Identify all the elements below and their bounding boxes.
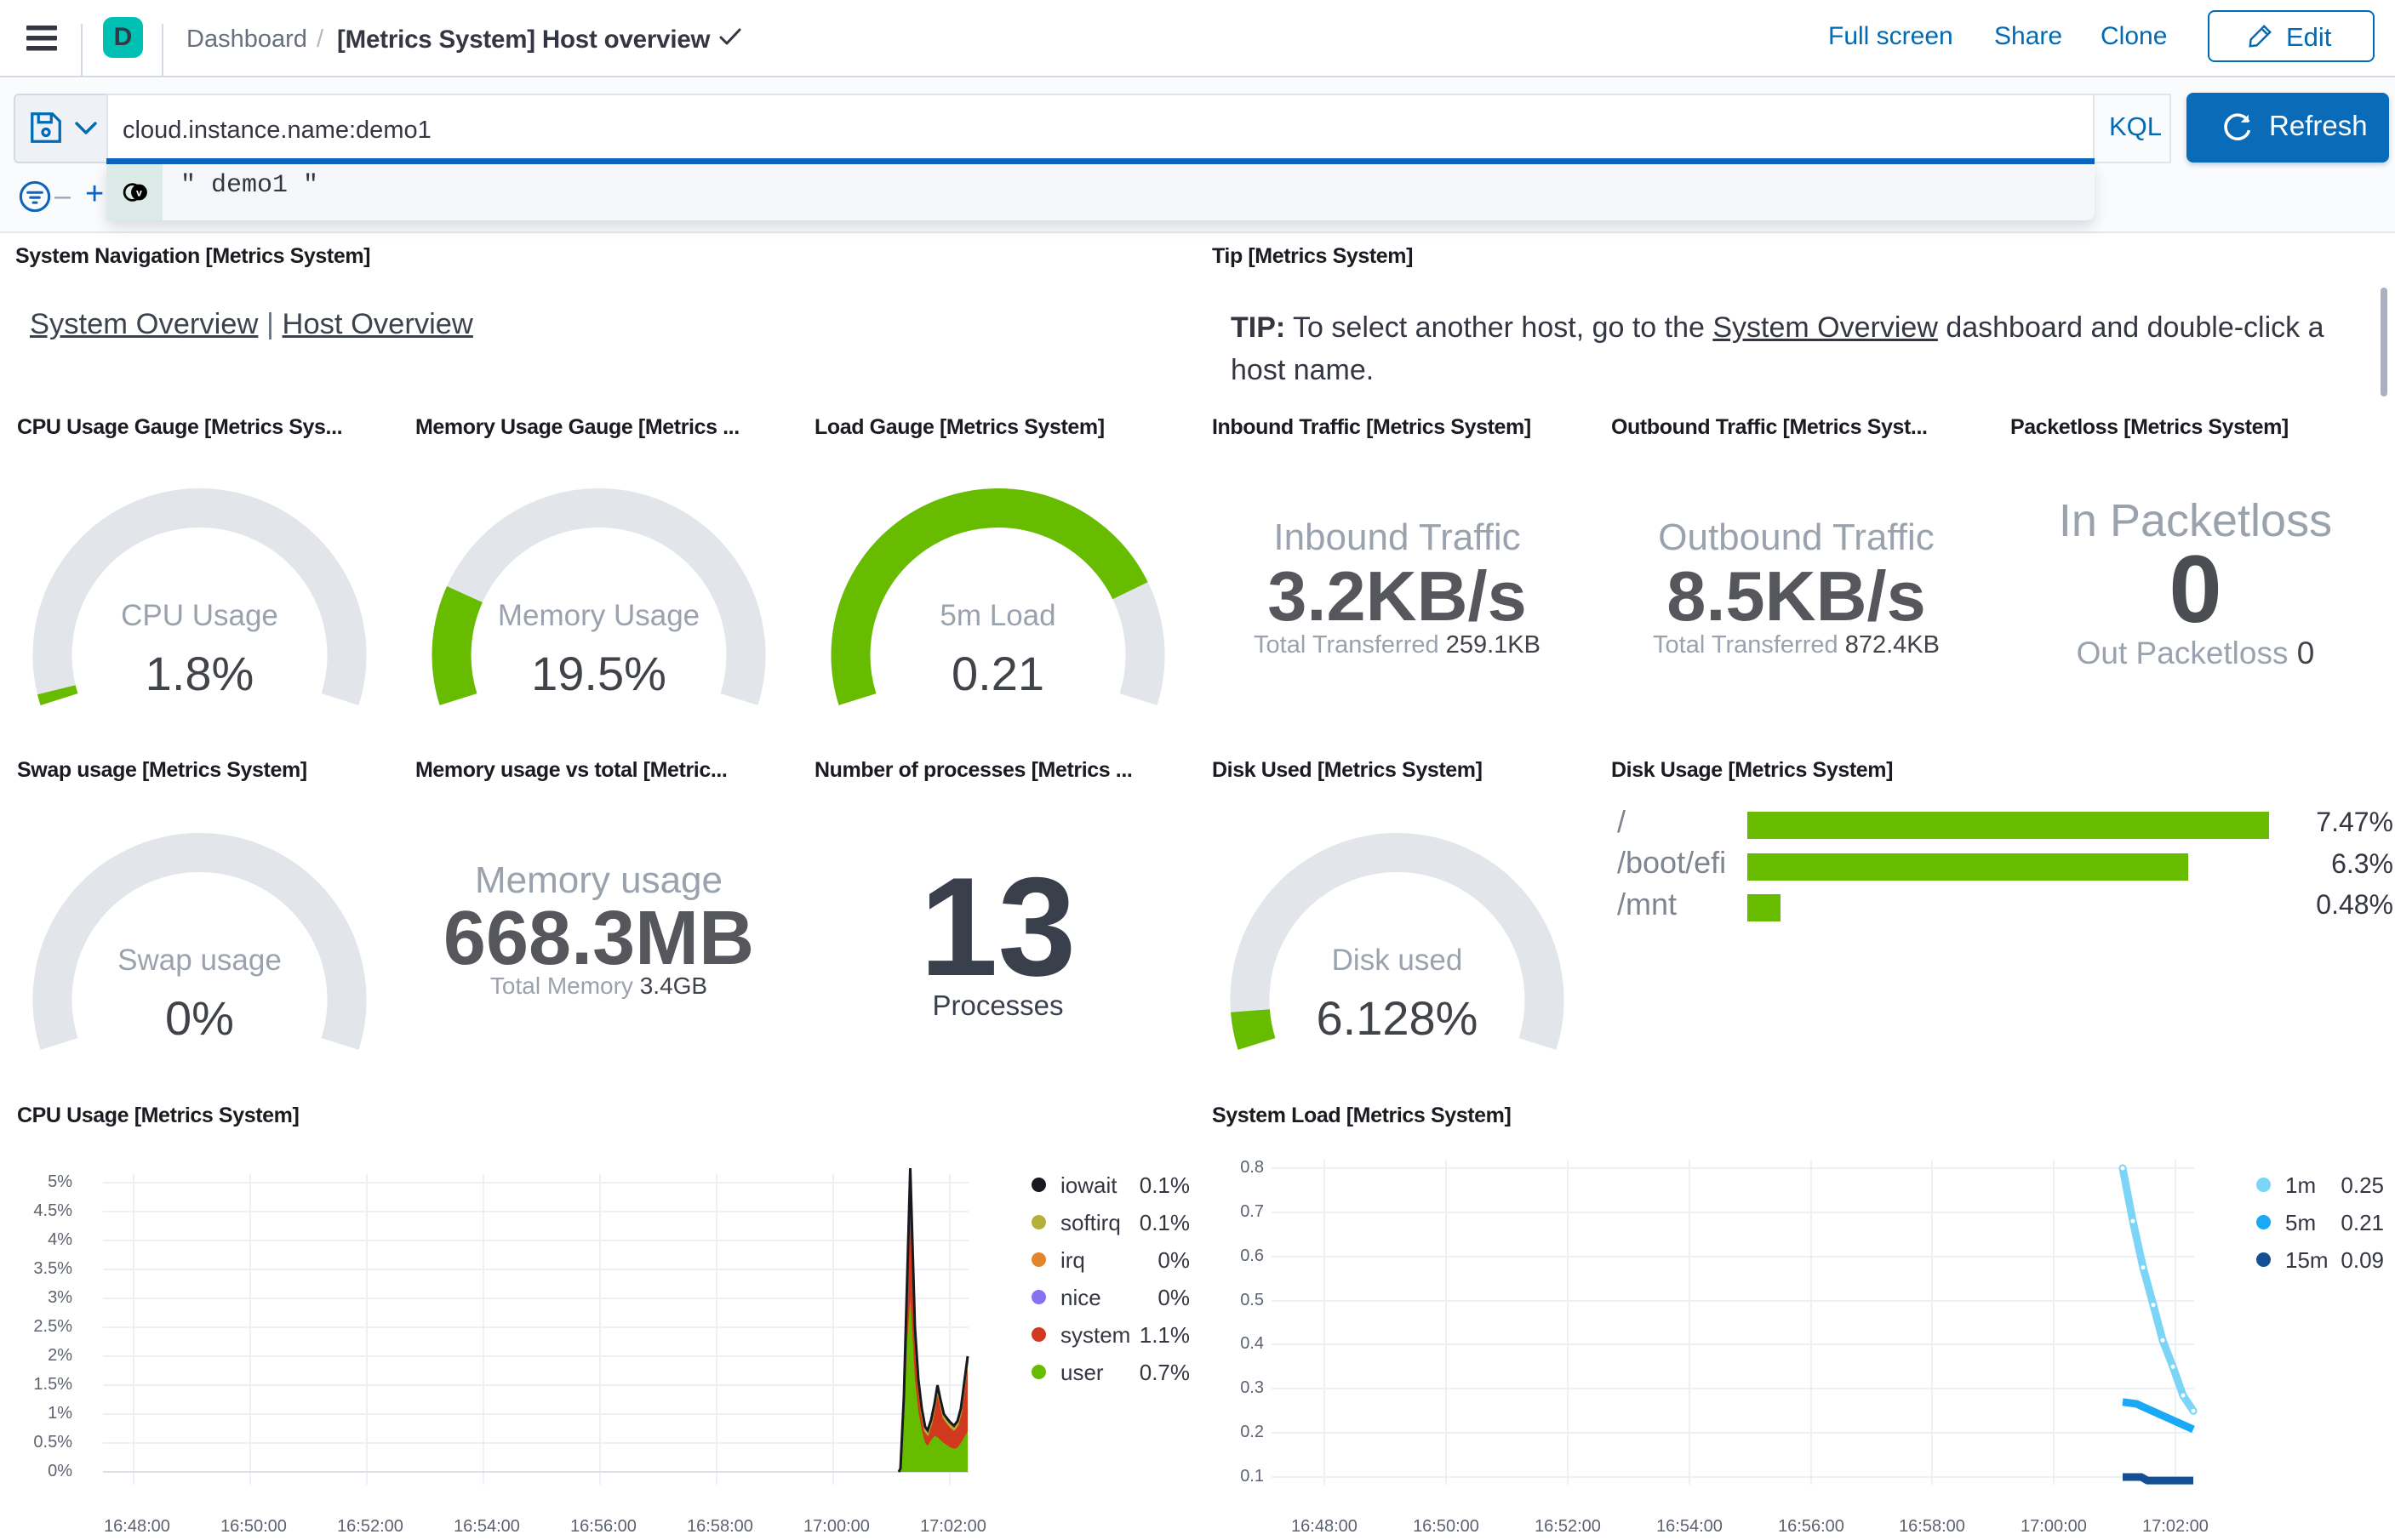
svg-text:v: v bbox=[136, 187, 142, 199]
